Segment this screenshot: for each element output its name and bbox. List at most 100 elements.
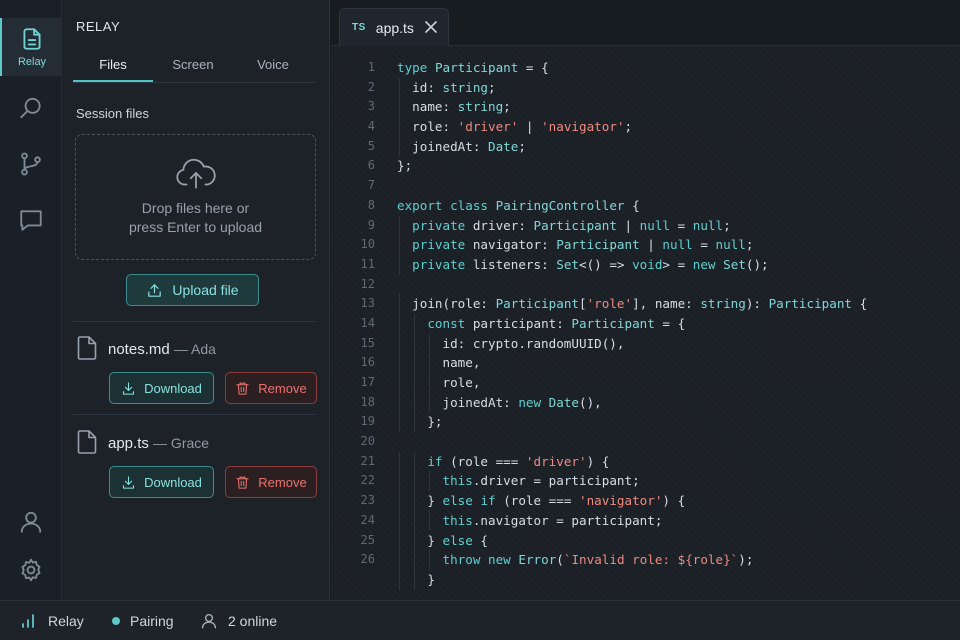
activity-item-label: Relay [17,56,47,68]
file-dropzone[interactable]: Drop files here or press Enter to upload [75,134,316,260]
tab-voice[interactable]: Voice [233,51,313,82]
activity-item-settings[interactable] [0,548,62,592]
upload-file-label: Upload file [172,282,239,298]
line-number: 7 [367,178,375,193]
remove-button[interactable]: Remove [225,466,317,498]
activity-item-chat[interactable] [0,198,62,242]
line-source: const participant: Participant = { [427,315,686,331]
code-line: 20 [331,432,960,452]
download-label: Download [144,380,202,396]
line-number: 18 [360,394,375,409]
file-name: app.ts [108,435,149,452]
status-mode-label: Pairing [130,613,174,629]
line-source: }; [397,414,443,430]
code-line: 23 } else if (role === 'navigator') { [331,491,960,511]
search-icon [20,97,41,119]
activity-item-source-control[interactable] [0,142,62,186]
status-presence[interactable]: 2 online [200,601,277,640]
code-line: 2 id: string; [331,77,960,98]
chat-icon [20,210,42,231]
code-line: 15 id: crypto.randomUUID(), [331,333,960,354]
line-number: 16 [360,355,375,370]
file-name: notes.md [108,341,170,358]
file-owner: — Ada [173,341,216,357]
code-line: } [331,569,960,590]
line-source: private listeners: Set<() => void> = new… [412,256,769,272]
dropzone-line-2: press Enter to upload [128,219,263,235]
typescript-icon: TS [352,22,366,33]
line-source: private navigator: Participant | null = … [412,237,754,253]
line-source: private driver: Participant | null = nul… [412,217,731,233]
line-number: 3 [367,99,375,114]
editor-tab-label: app.ts [375,19,414,36]
code-line: 18 joinedAt: new Date(), [331,392,960,413]
user-icon [201,613,217,629]
editor-tab-bar: TS app.ts [331,0,960,46]
line-number: 13 [360,296,375,311]
line-source: } else if (role === 'navigator') { [397,493,686,509]
file-name-line: notes.md — Ada [108,341,216,358]
line-number: 26 [360,552,375,567]
code-line: 9 private driver: Participant | null = n… [331,215,960,236]
activity-bar: Relay [0,0,62,600]
signal-bars-icon [22,614,34,628]
code-line: 14 const participant: Participant = { [331,313,960,334]
code-line: 11 private listeners: Set<() => void> = … [331,254,960,275]
code-line: 24 this.navigator = participant; [331,510,960,531]
upload-file-button[interactable]: Upload file [126,274,259,306]
sidebar-title: RELAY [76,19,121,34]
line-source: } [397,571,435,587]
status-mode[interactable]: Pairing [112,601,174,640]
line-number: 22 [360,473,375,488]
code-line: 19 }; [331,412,960,433]
line-number: 1 [367,60,375,74]
section-label: Session files [76,106,149,121]
line-number: 4 [367,119,375,134]
trash-icon [236,476,249,489]
gear-icon [21,558,41,582]
code-line: 4 role: 'driver' | 'navigator'; [331,117,960,137]
status-bar: Relay Pairing 2 online [0,600,960,640]
download-label: Download [144,474,202,490]
editor-tab-app-ts[interactable]: TS app.ts [339,8,449,46]
code-line: 25 } else { [331,530,960,551]
trash-icon [236,382,249,395]
line-source: role: 'driver' | 'navigator'; [397,119,633,135]
line-source: this.navigator = participant; [442,512,663,528]
download-icon [123,475,135,489]
tab-files[interactable]: Files [73,51,153,82]
sidebar-tabs: Files Screen Voice [73,51,315,83]
code-line: 6}; [331,156,960,176]
download-button[interactable]: Download [109,466,214,498]
code-line: 3 name: string; [331,97,960,118]
line-source: name: string; [397,99,511,115]
code-line: 8 export class PairingController { [331,196,960,216]
cloud-upload-icon [175,158,216,189]
code-line: 7 [331,176,960,196]
line-source: id: crypto.randomUUID(), [397,335,625,351]
tab-screen[interactable]: Screen [153,51,233,82]
line-number: 25 [360,532,375,547]
file-owner: — Grace [153,435,210,451]
line-number: 8 [367,197,375,212]
close-icon[interactable] [424,20,438,34]
download-icon [123,381,135,395]
status-presence-label: 2 online [228,613,278,629]
status-app[interactable]: Relay [20,601,84,640]
code-editor[interactable]: TS app.ts 1 type Participant = {2 id: str… [331,0,960,600]
code-line: 26 throw new Error(`Invalid role: ${role… [331,550,960,570]
download-button[interactable]: Download [109,372,214,404]
activity-item-relay[interactable]: Relay [0,18,62,76]
line-source: }; [397,158,413,174]
line-source: } else { [397,532,489,548]
line-number: 2 [367,79,375,94]
code-lines: 1 type Participant = {2 id: string; 3 name… [331,58,960,590]
divider [73,414,315,415]
line-source: name, [397,355,481,371]
status-app-label: Relay [48,613,84,629]
activity-item-search[interactable] [0,88,62,128]
remove-label: Remove [258,380,307,396]
code-line: 10 private navigator: Participant | null… [331,235,960,255]
remove-button[interactable]: Remove [225,372,317,404]
activity-item-account[interactable] [0,500,62,544]
